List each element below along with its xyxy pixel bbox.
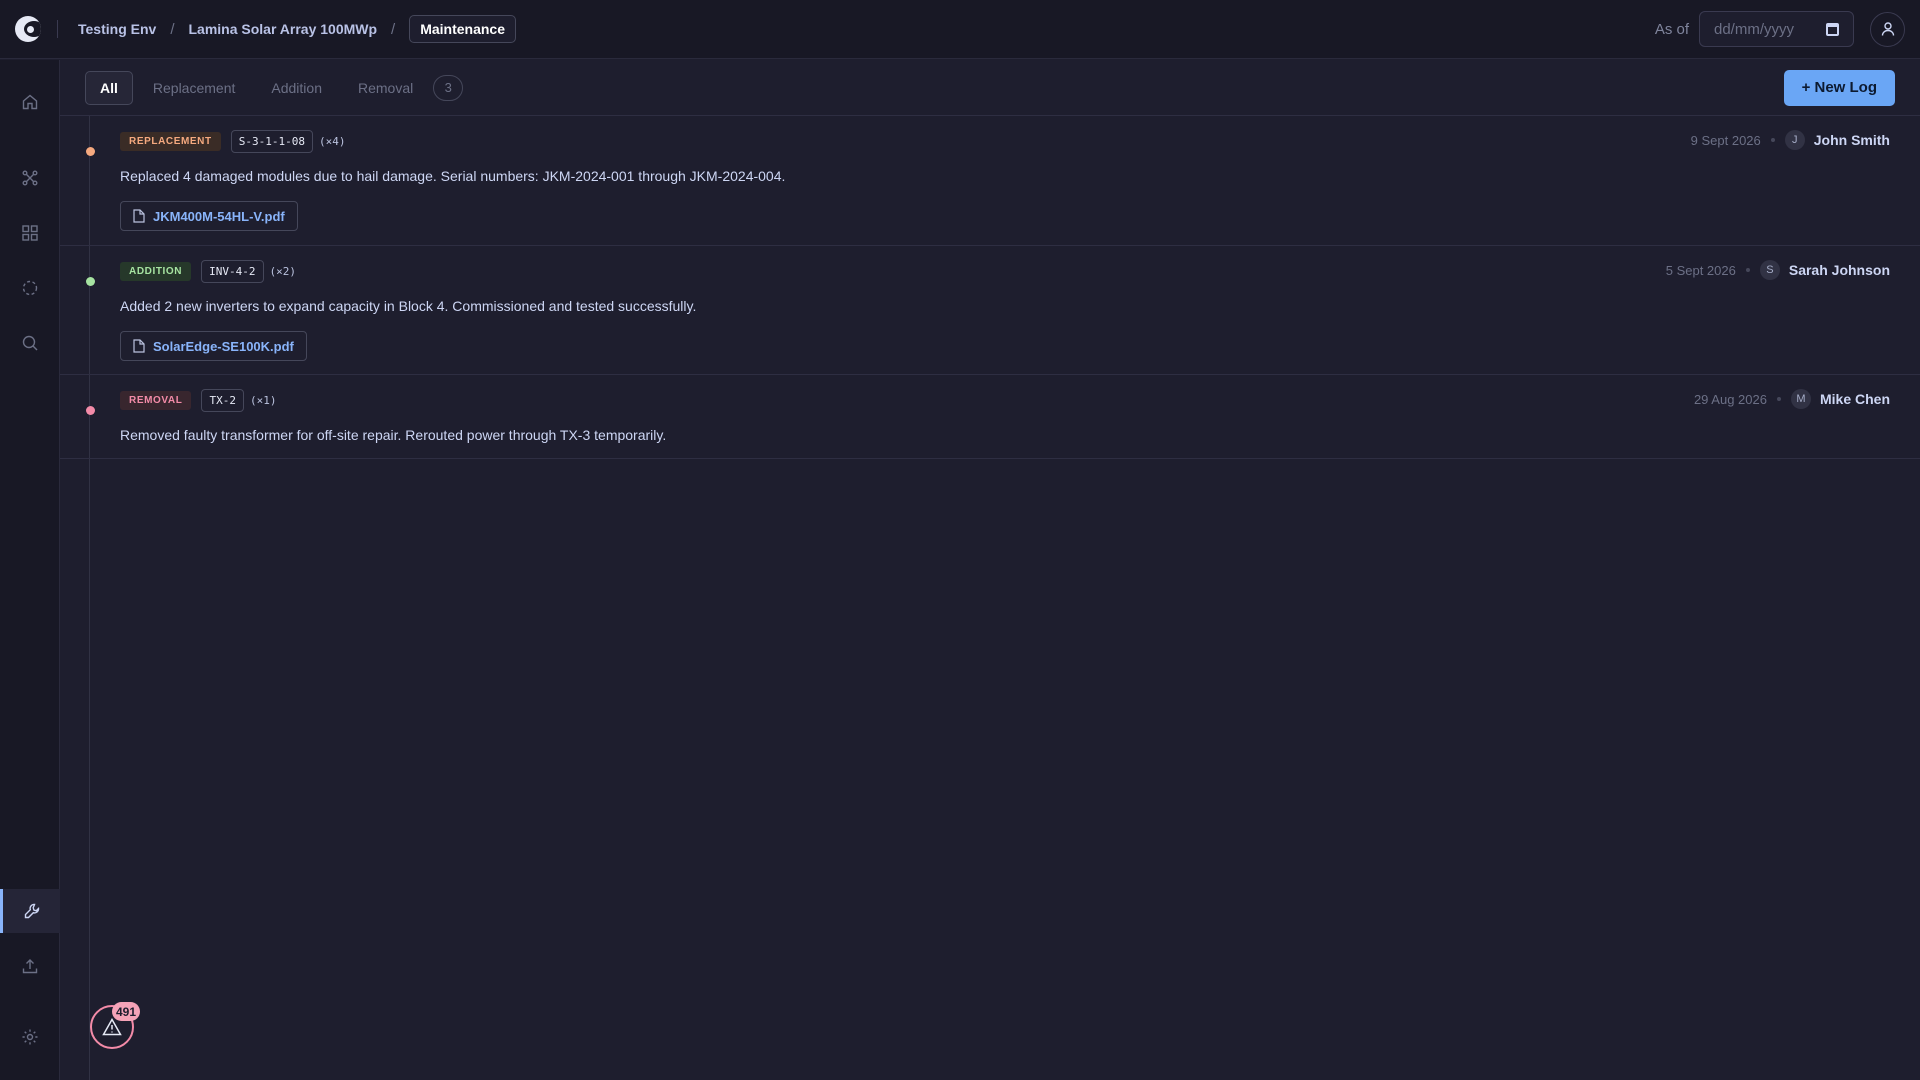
asset-code: TX-2 — [201, 389, 244, 412]
home-icon — [22, 94, 38, 110]
timeline-dot — [86, 406, 95, 415]
log-header: REPLACEMENT S-3-1-1-08 (×4) — [120, 130, 345, 153]
user-name: Sarah Johnson — [1788, 262, 1890, 278]
timeline-dot — [86, 277, 95, 286]
log-description: Replaced 4 damaged modules due to hail d… — [120, 168, 786, 184]
asset-code: S-3-1-1-08 — [230, 130, 313, 153]
loading-icon — [22, 280, 38, 296]
quantity: (×4) — [318, 135, 346, 148]
log-count-badge: 3 — [433, 74, 464, 101]
attachment-link[interactable]: SolarEdge-SE100K.pdf — [120, 331, 307, 361]
nav-settings[interactable] — [0, 1015, 60, 1059]
new-log-button[interactable]: + New Log — [1783, 69, 1895, 106]
nav-upload[interactable] — [0, 944, 60, 988]
type-badge: REMOVAL — [120, 391, 192, 410]
quantity: (×1) — [249, 394, 277, 407]
timeline-dot — [86, 147, 95, 156]
log-description: Added 2 new inverters to expand capacity… — [120, 298, 697, 314]
network-icon — [22, 170, 38, 186]
search-icon — [22, 335, 38, 351]
log-header: REMOVAL TX-2 (×1) — [120, 389, 276, 412]
meta-separator — [1770, 138, 1775, 142]
sidebar — [0, 60, 60, 1080]
nav-home[interactable] — [0, 80, 60, 124]
date-input[interactable]: dd/mm/yyyy — [1699, 11, 1854, 47]
log-date: 5 Sept 2026 — [1665, 262, 1736, 278]
as-of-label: As of — [1654, 20, 1689, 38]
attachment-name: JKM400M-54HL-V.pdf — [153, 208, 285, 224]
file-icon — [133, 209, 145, 223]
alert-count-badge: 491 — [112, 1002, 141, 1021]
type-badge: REPLACEMENT — [120, 132, 221, 151]
log-entry: REPLACEMENT S-3-1-1-08 (×4) 9 Sept 2026 … — [60, 116, 1920, 246]
tab-all[interactable]: All — [85, 70, 133, 105]
breadcrumb-testing-env[interactable]: Testing Env — [78, 21, 156, 37]
tab-addition[interactable]: Addition — [271, 80, 322, 96]
tab-removal[interactable]: Removal — [358, 80, 413, 96]
nav-search[interactable] — [0, 321, 60, 365]
header-actions: As of dd/mm/yyyy — [1655, 11, 1920, 47]
quantity: (×2) — [269, 265, 297, 278]
user-menu-button[interactable] — [1870, 11, 1905, 47]
upload-icon — [22, 959, 38, 974]
meta-separator — [1776, 397, 1781, 401]
calendar-icon[interactable] — [1826, 22, 1839, 36]
log-meta: 5 Sept 2026 S Sarah Johnson — [1666, 260, 1890, 280]
type-badge: ADDITION — [120, 262, 192, 281]
log-header: ADDITION INV-4-2 (×2) — [120, 260, 296, 283]
avatar: M — [1790, 389, 1811, 409]
user-icon — [1881, 22, 1894, 36]
meta-separator — [1745, 268, 1750, 272]
user-name: John Smith — [1813, 132, 1890, 148]
wrench-icon — [24, 903, 39, 919]
gear-icon — [22, 1029, 38, 1045]
nav-grid[interactable] — [0, 211, 60, 255]
log-entry: ADDITION INV-4-2 (×2) 5 Sept 2026 S Sara… — [60, 246, 1920, 375]
breadcrumb-project[interactable]: Lamina Solar Array 100MWp — [188, 21, 377, 37]
tab-replacement[interactable]: Replacement — [153, 80, 236, 96]
app-logo-icon[interactable] — [15, 16, 41, 42]
user-name: Mike Chen — [1819, 391, 1890, 407]
filter-tabs: All Replacement Addition Removal 3 + New… — [60, 60, 1920, 116]
asset-code: INV-4-2 — [201, 260, 264, 283]
avatar: S — [1759, 260, 1780, 280]
breadcrumb-separator: / — [170, 20, 175, 38]
breadcrumb-maintenance[interactable]: Maintenance — [409, 15, 517, 43]
log-date: 9 Sept 2026 — [1690, 132, 1761, 148]
log-meta: 9 Sept 2026 J John Smith — [1691, 130, 1890, 150]
attachment-name: SolarEdge-SE100K.pdf — [153, 338, 294, 354]
log-date: 29 Aug 2026 — [1693, 391, 1767, 407]
attachment-link[interactable]: JKM400M-54HL-V.pdf — [120, 201, 298, 231]
date-placeholder: dd/mm/yyyy — [1714, 20, 1795, 38]
log-description: Removed faulty transformer for off-site … — [120, 427, 667, 443]
top-bar: Testing Env / Lamina Solar Array 100MWp … — [0, 0, 1920, 59]
log-entry: REMOVAL TX-2 (×1) 29 Aug 2026 M Mike Che… — [60, 375, 1920, 459]
divider — [57, 20, 58, 38]
nav-network[interactable] — [0, 156, 60, 200]
breadcrumb-separator: / — [391, 20, 396, 38]
nav-maintenance[interactable] — [0, 889, 60, 933]
file-icon — [133, 339, 145, 353]
log-meta: 29 Aug 2026 M Mike Chen — [1694, 389, 1890, 409]
nav-status[interactable] — [0, 266, 60, 310]
grid-icon — [22, 225, 38, 241]
avatar: J — [1784, 130, 1805, 150]
